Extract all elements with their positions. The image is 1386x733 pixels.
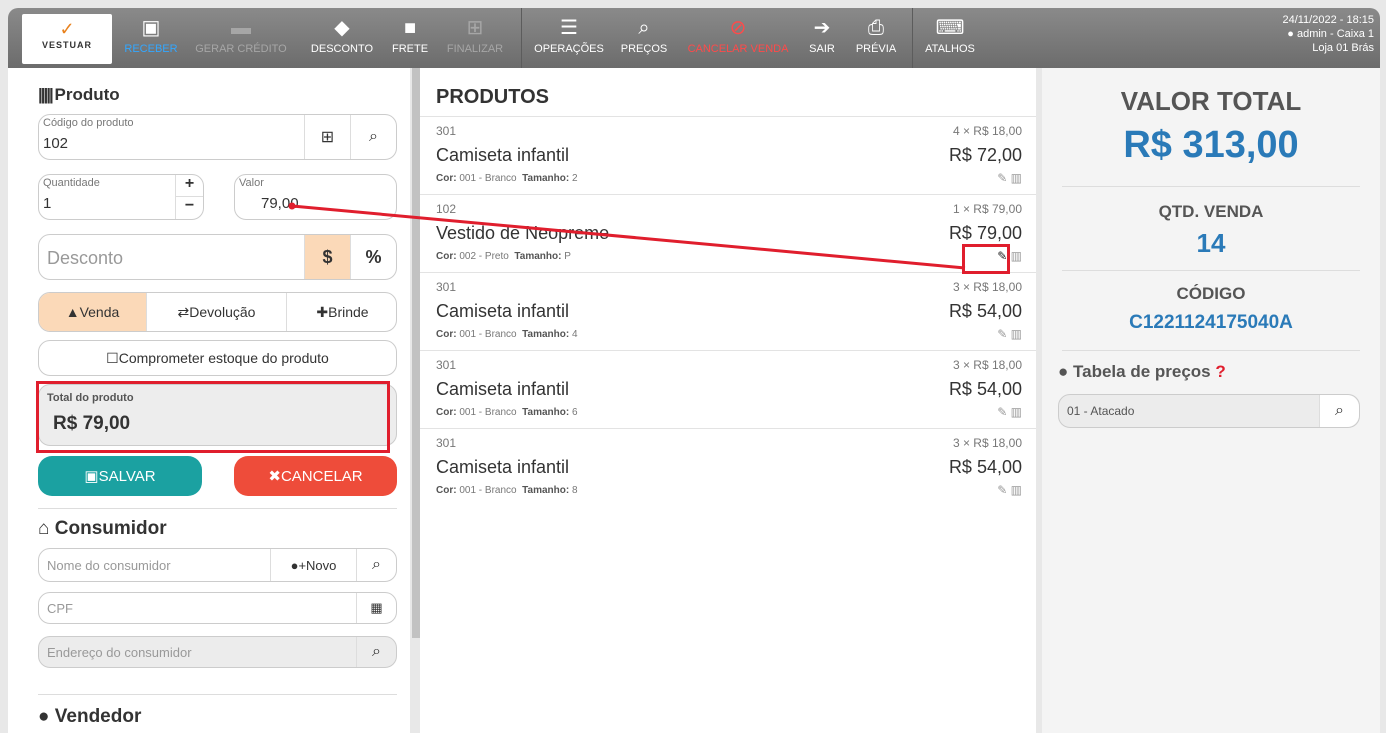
annotation-dot [288, 202, 296, 210]
annotation-line [291, 204, 966, 270]
annotation-arrow [288, 202, 966, 270]
